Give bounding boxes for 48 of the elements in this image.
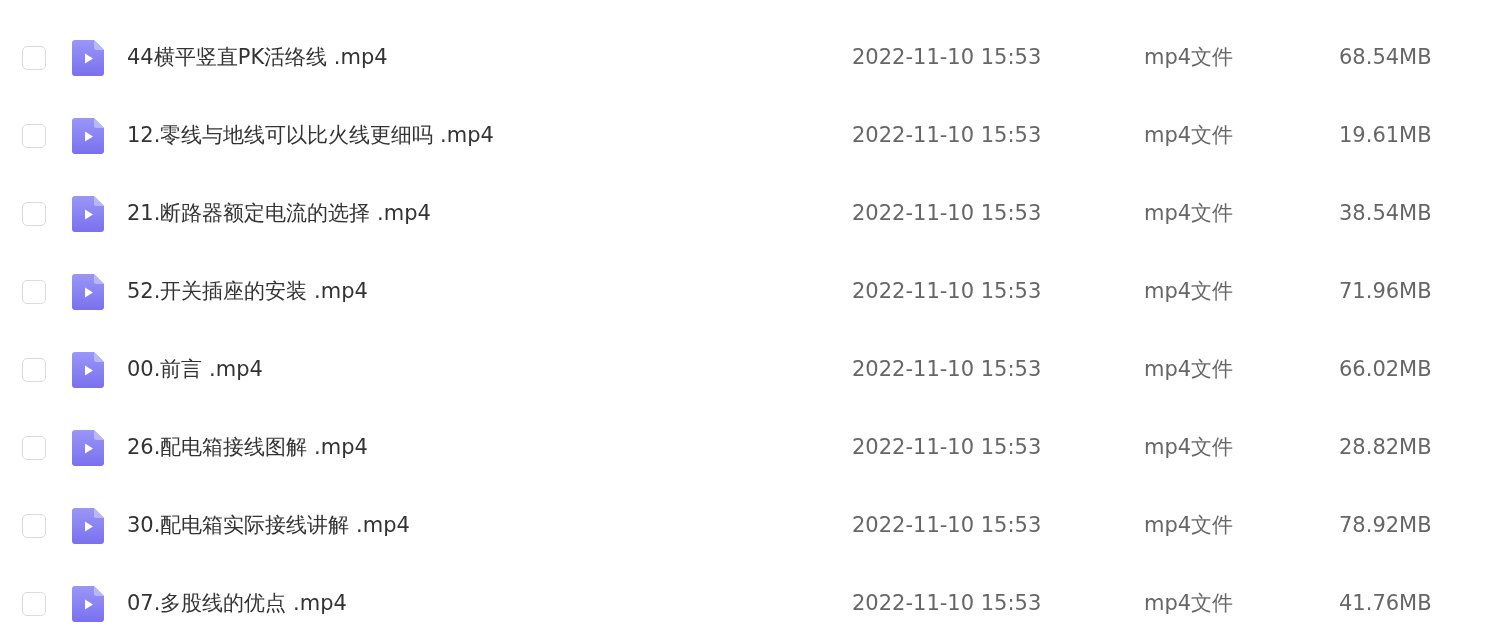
file-size: 78.92MB [1339, 512, 1432, 540]
file-size: 28.82MB [1339, 434, 1432, 462]
modified-date: 2022-11-10 15:53 [852, 434, 1043, 462]
video-file-icon [72, 352, 104, 388]
modified-date: 2022-11-10 15:53 [852, 44, 1043, 72]
checkbox[interactable] [22, 280, 46, 304]
checkbox[interactable] [22, 436, 46, 460]
file-name[interactable]: 00.前言 .mp4 [127, 354, 852, 386]
file-size: 19.61MB [1339, 122, 1432, 150]
video-file-icon [72, 118, 104, 154]
modified-date: 2022-11-10 15:53 [852, 278, 1043, 306]
modified-date: 2022-11-10 15:53 [852, 200, 1043, 228]
checkbox[interactable] [22, 202, 46, 226]
file-name[interactable]: 30.配电箱实际接线讲解 .mp4 [127, 510, 852, 542]
video-file-icon [72, 508, 104, 544]
video-file-icon [72, 196, 104, 232]
file-type: mp4文件 [1144, 200, 1235, 228]
file-type: mp4文件 [1144, 590, 1235, 618]
modified-date: 2022-11-10 15:53 [852, 122, 1043, 150]
video-file-icon [72, 586, 104, 622]
checkbox[interactable] [22, 124, 46, 148]
checkbox[interactable] [22, 592, 46, 616]
file-type: mp4文件 [1144, 434, 1235, 462]
file-size: 41.76MB [1339, 590, 1432, 618]
modified-date: 2022-11-10 15:53 [852, 512, 1043, 540]
video-file-icon [72, 40, 104, 76]
file-size: 68.54MB [1339, 44, 1432, 72]
file-size: 38.54MB [1339, 200, 1432, 228]
file-name[interactable]: 26.配电箱接线图解 .mp4 [127, 432, 852, 464]
file-name[interactable]: 07.多股线的优点 .mp4 [127, 588, 852, 620]
modified-date: 2022-11-10 15:53 [852, 590, 1043, 618]
modified-date: 2022-11-10 15:53 [852, 356, 1043, 384]
video-file-icon [72, 430, 104, 466]
file-name[interactable]: 44横平竖直PK活络线 .mp4 [127, 42, 852, 74]
file-size: 71.96MB [1339, 278, 1432, 306]
file-type: mp4文件 [1144, 278, 1235, 306]
checkbox[interactable] [22, 358, 46, 382]
file-name[interactable]: 21.断路器额定电流的选择 .mp4 [127, 198, 852, 230]
file-type: mp4文件 [1144, 512, 1235, 540]
checkbox[interactable] [22, 46, 46, 70]
file-type: mp4文件 [1144, 356, 1235, 384]
checkbox[interactable] [22, 514, 46, 538]
file-size: 66.02MB [1339, 356, 1432, 384]
file-type: mp4文件 [1144, 122, 1235, 150]
file-name[interactable]: 52.开关插座的安装 .mp4 [127, 276, 852, 308]
file-name[interactable]: 12.零线与地线可以比火线更细吗 .mp4 [127, 120, 852, 152]
file-type: mp4文件 [1144, 44, 1235, 72]
video-file-icon [72, 274, 104, 310]
